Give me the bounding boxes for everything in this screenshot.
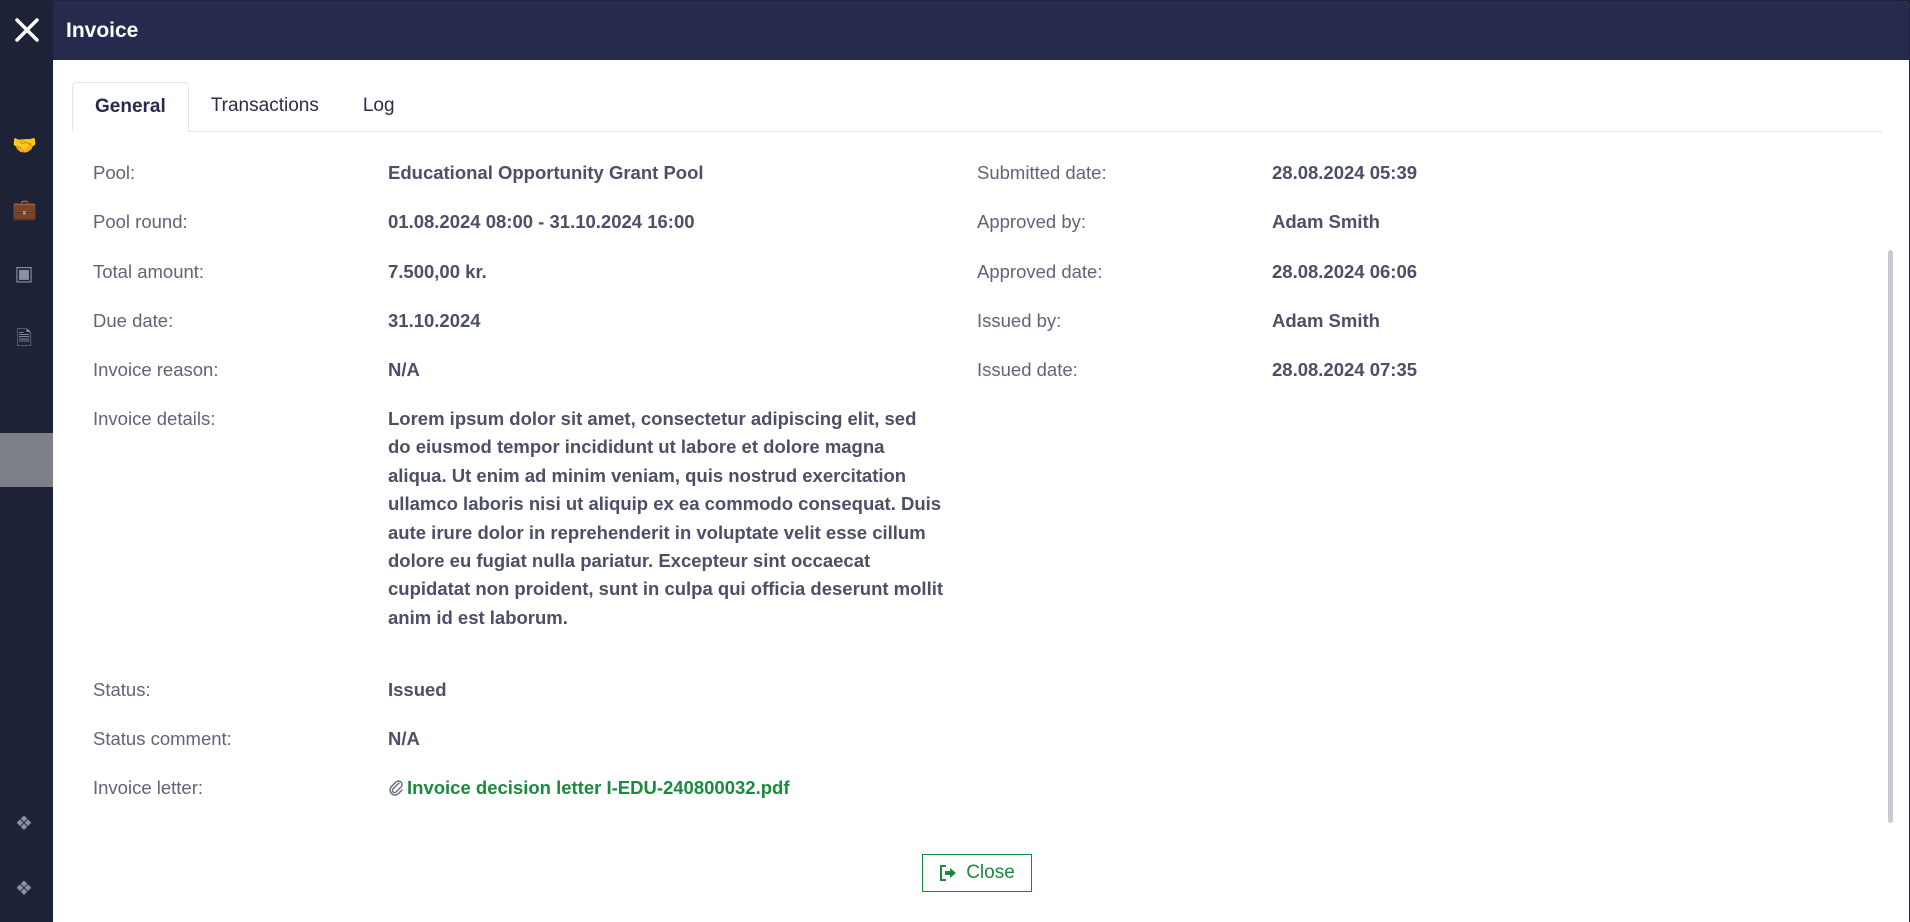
handshake-icon: 🤝 [12,135,37,157]
tab-bar: General Transactions Log [72,81,1882,132]
detail-label: Submitted date: [977,162,1107,183]
detail-value: 28.08.2024 07:35 [1272,359,1418,380]
detail-row-status-comment: Status comment: N/A [93,725,420,753]
close-button-label: Close [966,862,1015,883]
detail-row-invoice-details: Invoice details: Lorem ipsum dolor sit a… [93,405,943,632]
sidebar-active-item [0,433,54,487]
detail-value: 28.08.2024 06:06 [1272,261,1418,282]
paperclip-icon [389,780,403,796]
modal-close-icon[interactable] [0,0,54,60]
cube-icon: ❖ [15,813,33,835]
briefcase-icon: 💼 [12,199,37,221]
detail-row-approved-date: Approved date: 28.08.2024 06:06 [977,258,1417,286]
detail-row-pool: Pool: Educational Opportunity Grant Pool [93,159,704,187]
tab-log[interactable]: Log [341,81,417,131]
detail-row-invoice-reason: Invoice reason: N/A [93,356,420,384]
detail-row-due-date: Due date: 31.10.2024 [93,307,481,335]
detail-value: 31.10.2024 [388,310,481,331]
background-sidebar: 🤝 💼 ▣ 🗎 ❖ ❖ [0,0,54,922]
general-tab-content: Pool: Educational Opportunity Grant Pool… [53,132,1909,822]
detail-label: Approved date: [977,261,1103,282]
detail-label: Pool round: [93,211,188,232]
detail-row-issued-by: Issued by: Adam Smith [977,307,1380,335]
content-scrollbar[interactable] [1888,250,1893,823]
status-value: Issued [388,679,447,700]
detail-row-status: Status: Issued [93,676,447,704]
document-icon: 🗎 [15,328,33,350]
detail-value: 01.08.2024 08:00 - 31.10.2024 16:00 [388,211,695,232]
detail-value: 7.500,00 kr. [388,261,487,282]
detail-row-pool-round: Pool round: 01.08.2024 08:00 - 31.10.202… [93,208,695,236]
detail-label: Pool: [93,162,136,183]
invoice-modal: Invoice General Transactions Log Pool: E… [53,1,1909,922]
detail-label: Issued by: [977,310,1062,331]
detail-row-issued-date: Issued date: 28.08.2024 07:35 [977,356,1417,384]
detail-value: Adam Smith [1272,211,1380,232]
detail-value: 28.08.2024 05:39 [1272,162,1418,183]
modal-title: Invoice [66,18,139,42]
detail-label: Status: [93,679,151,700]
credit-card-icon: ▣ [14,263,34,285]
detail-value: Adam Smith [1272,310,1380,331]
detail-label: Due date: [93,310,174,331]
invoice-letter-filename: Invoice decision letter I-EDU-240800032.… [407,777,790,798]
detail-row-invoice-letter: Invoice letter: Invoice decision letter … [93,774,789,802]
detail-value: N/A [388,359,420,380]
detail-label: Status comment: [93,728,232,749]
detail-row-total-amount: Total amount: 7.500,00 kr. [93,258,487,286]
close-button[interactable]: Close [922,854,1032,892]
detail-value: N/A [388,728,420,749]
detail-label: Invoice details: [93,408,216,429]
tab-general[interactable]: General [72,82,189,132]
cube-icon: ❖ [15,878,33,900]
close-icon [15,18,39,42]
detail-label: Issued date: [977,359,1078,380]
detail-label: Invoice letter: [93,777,204,798]
detail-row-approved-by: Approved by: Adam Smith [977,208,1380,236]
invoice-letter-link[interactable]: Invoice decision letter I-EDU-240800032.… [388,774,789,802]
modal-header: Invoice [53,1,1909,60]
detail-row-submitted-date: Submitted date: 28.08.2024 05:39 [977,159,1417,187]
detail-value: Educational Opportunity Grant Pool [388,162,704,183]
sign-out-icon [940,865,957,881]
detail-value: Lorem ipsum dolor sit amet, consectetur … [388,408,944,628]
detail-label: Invoice reason: [93,359,219,380]
tab-transactions[interactable]: Transactions [189,81,341,131]
detail-label: Total amount: [93,261,205,282]
detail-label: Approved by: [977,211,1087,232]
